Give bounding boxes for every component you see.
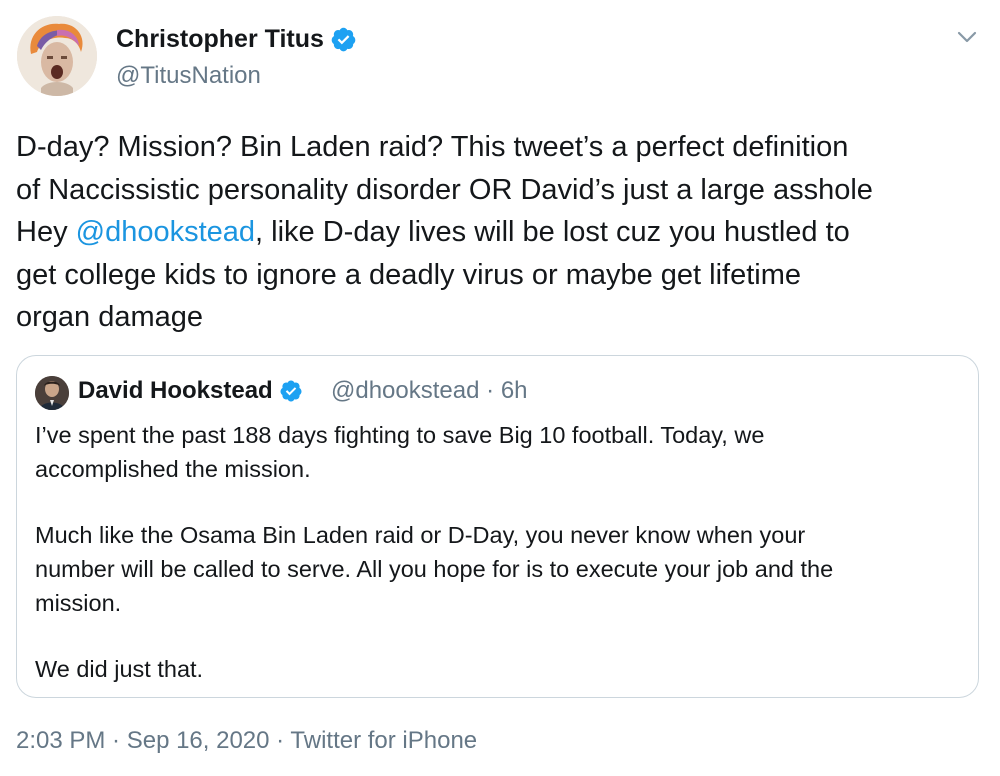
quoted-text-line: mission. — [35, 590, 122, 616]
meta-separator: · — [486, 377, 495, 404]
mention-link[interactable]: @dhookstead — [76, 216, 255, 248]
verified-badge-icon — [280, 380, 302, 402]
tweet-footer: 2:03 PM · Sep 16, 2020 · Twitter for iPh… — [16, 724, 477, 758]
tweet-text-line: of Naccissistic personality disorder OR … — [16, 173, 873, 206]
author-handle[interactable]: @TitusNation — [116, 60, 261, 92]
tweet-text-segment: , like D-day lives will be lost cuz you … — [255, 216, 850, 248]
tweet-text-line: get college kids to ignore a deadly viru… — [16, 258, 802, 291]
author-avatar[interactable] — [17, 16, 97, 96]
profile-photo-icon — [17, 16, 97, 96]
quoted-text-line: I’ve spent the past 188 days fighting to… — [35, 422, 765, 448]
quoted-meta: @dhookstead · 6h — [331, 375, 528, 407]
quoted-text-line: We did just that. — [35, 656, 204, 682]
verified-badge-icon — [331, 27, 356, 52]
quoted-author-handle[interactable]: @dhookstead — [331, 377, 479, 404]
quoted-author-avatar[interactable] — [35, 376, 69, 410]
quoted-text-line: accomplished the mission. — [35, 456, 311, 482]
tweet-source-link[interactable]: Twitter for iPhone — [290, 727, 477, 754]
tweet-text-line: organ damage — [16, 301, 204, 333]
quoted-author-name[interactable]: David Hookstead — [78, 375, 273, 407]
tweet-text-line: Hey @dhookstead, like D-day lives will b… — [16, 211, 986, 254]
tweet-text-line: D-day? Mission? Bin Laden raid? This twe… — [16, 131, 849, 163]
quoted-text-line: number will be called to serve. All you … — [35, 556, 834, 582]
quoted-age[interactable]: 6h — [501, 377, 528, 404]
tweet-text-segment: Hey — [16, 216, 76, 248]
quoted-tweet-card[interactable]: David Hookstead @dhookstead · 6h I’ve sp… — [16, 355, 979, 698]
tweet-timestamp[interactable]: 2:03 PM · Sep 16, 2020 — [16, 727, 270, 754]
footer-separator: · — [276, 727, 285, 754]
tweet-card: Christopher Titus @TitusNation D-day? Mi… — [0, 0, 1000, 776]
chevron-down-icon[interactable] — [955, 28, 979, 46]
author-name[interactable]: Christopher Titus — [116, 22, 324, 56]
quoted-tweet-text: I’ve spent the past 188 days fighting to… — [35, 418, 955, 686]
profile-photo-icon — [35, 376, 69, 410]
tweet-text: D-day? Mission? Bin Laden raid? This twe… — [16, 126, 986, 339]
quoted-text-line: Much like the Osama Bin Laden raid or D-… — [35, 522, 806, 548]
